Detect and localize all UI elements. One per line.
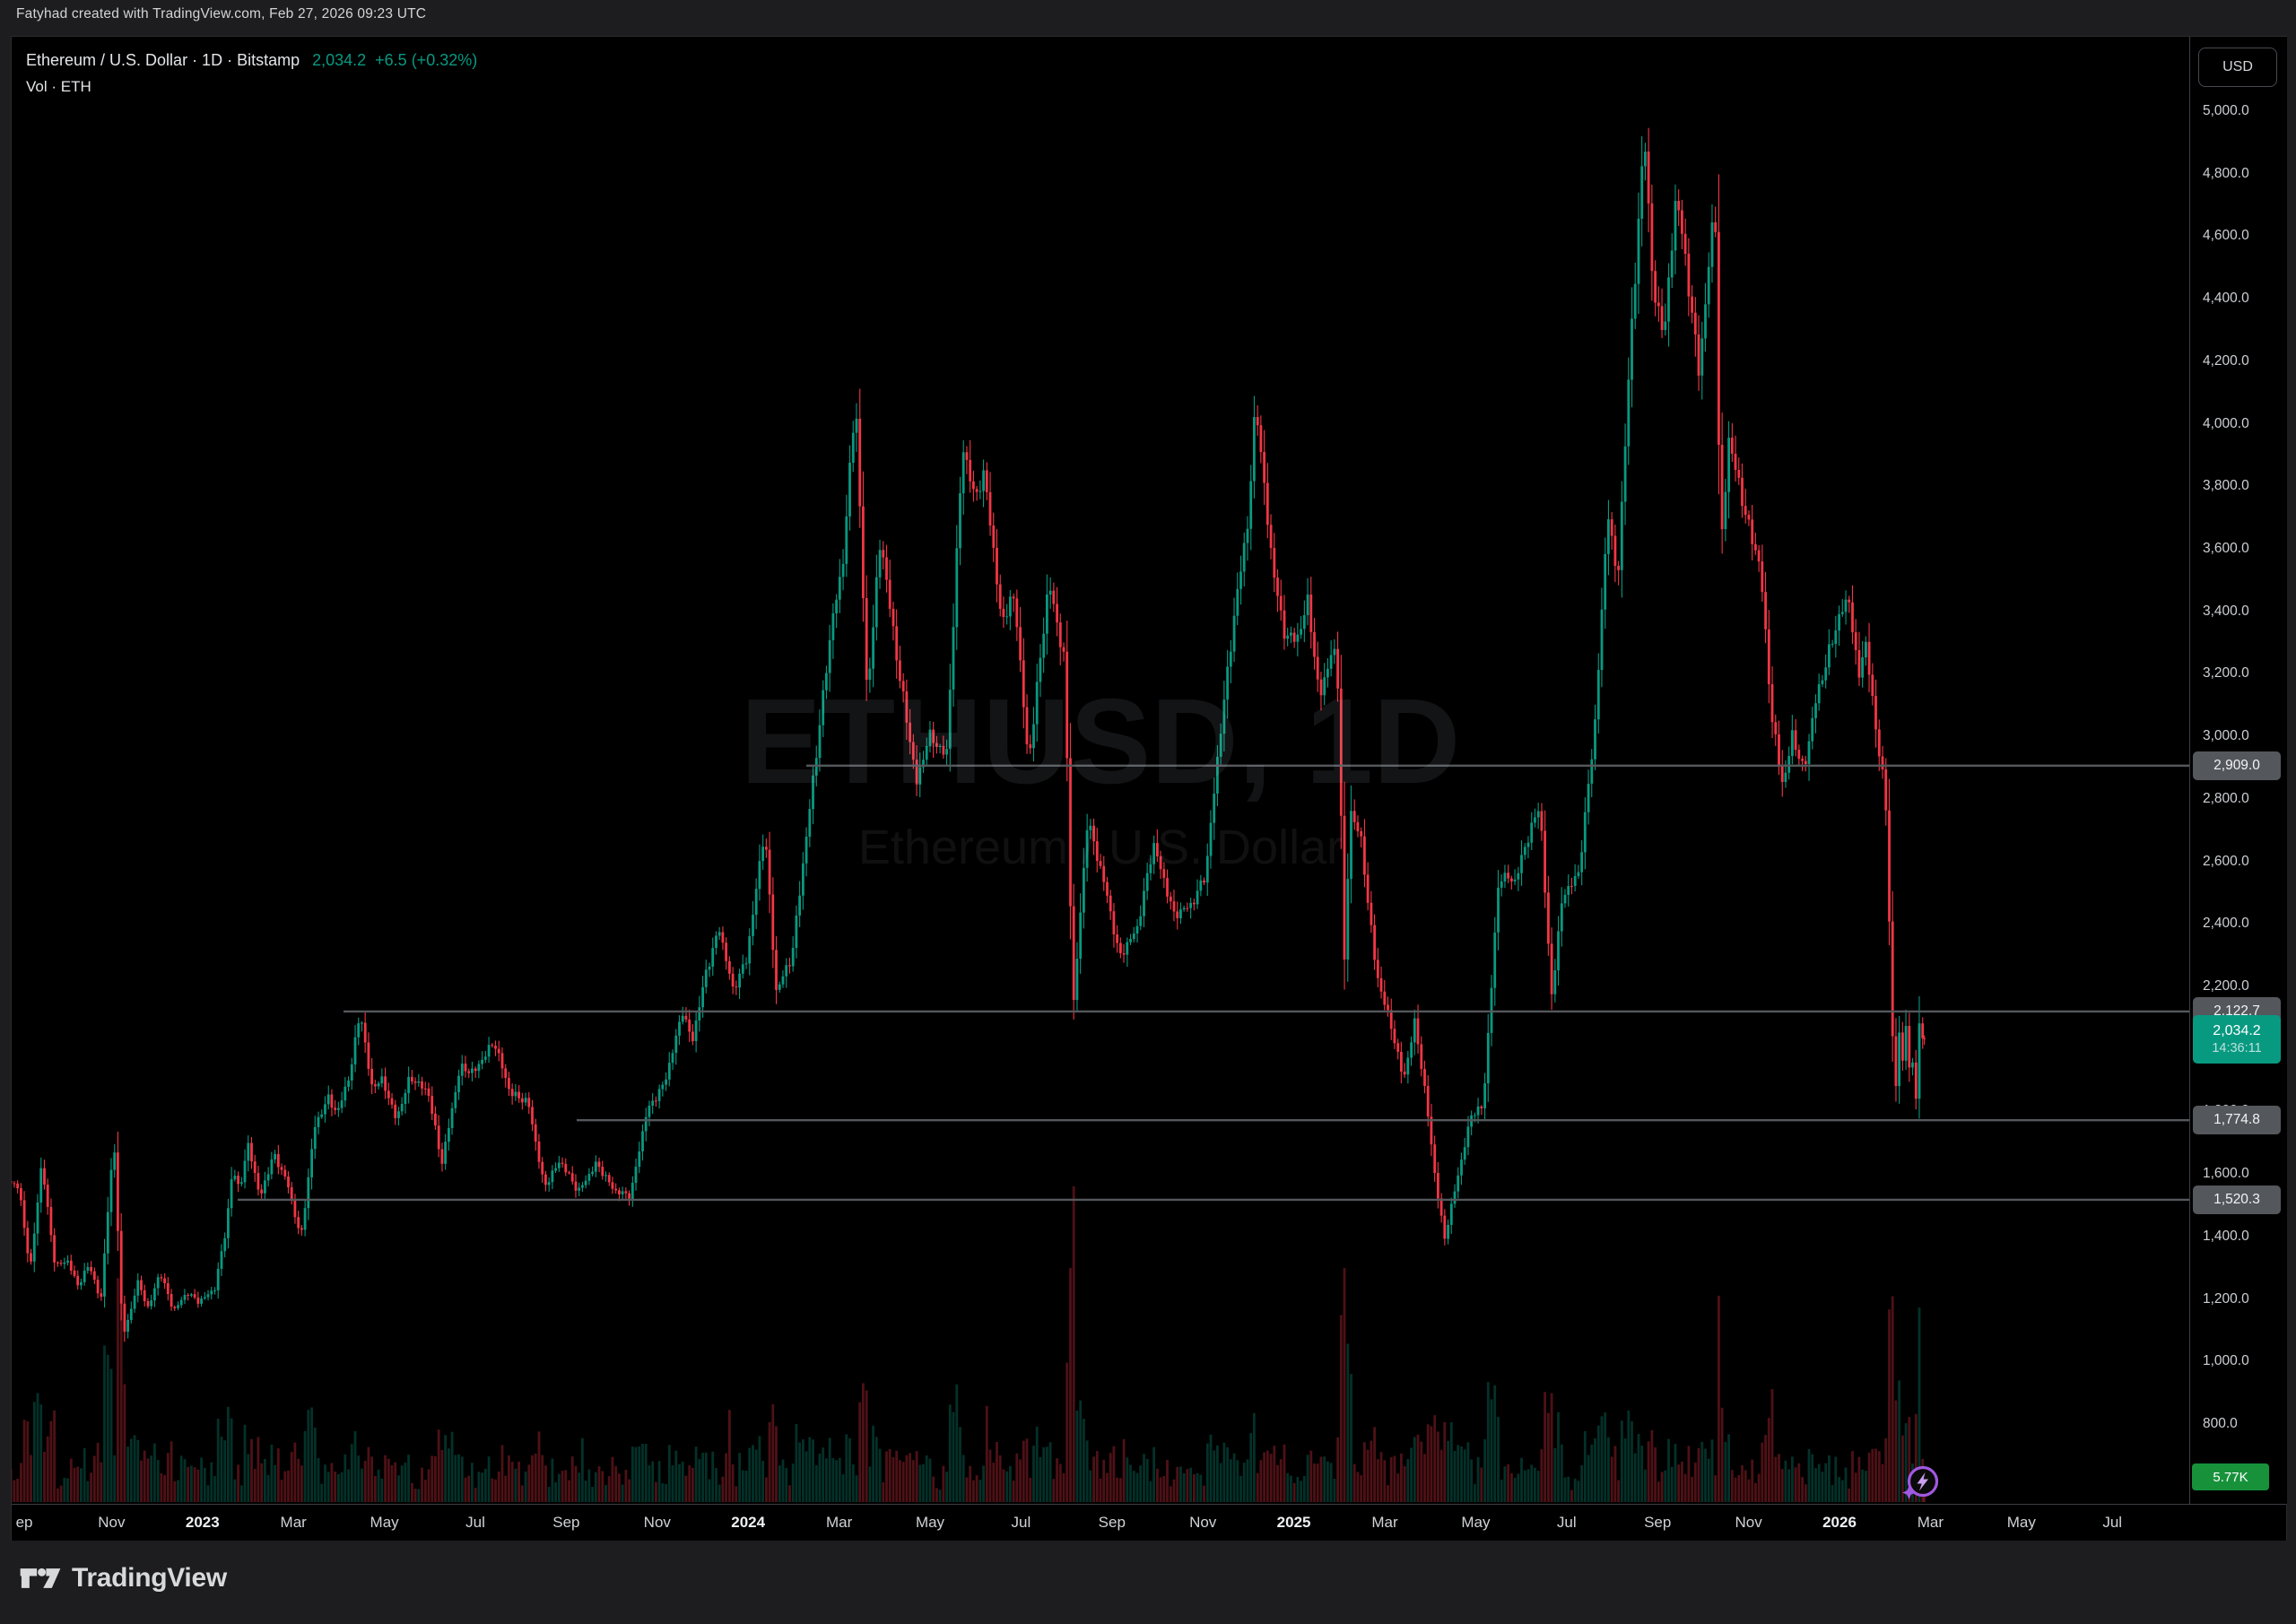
legend-volume-row[interactable]: Vol · ETH (26, 74, 477, 100)
currency-unit-button[interactable]: USD (2198, 48, 2277, 87)
time-tick-month: Nov (98, 1505, 125, 1541)
time-tick-year: 2023 (186, 1505, 220, 1541)
time-tick-month: Sep (1644, 1505, 1671, 1541)
time-tick-month: May (2007, 1505, 2036, 1541)
tradingview-export-screen: Fatyhad created with TradingView.com, Fe… (0, 0, 2296, 1624)
price-tick: 3,400.0 (2203, 604, 2249, 620)
time-tick-year: 2025 (1277, 1505, 1311, 1541)
time-tick-month: ep (16, 1505, 33, 1541)
time-tick-month: Nov (644, 1505, 671, 1541)
time-tick-month: May (916, 1505, 944, 1541)
price-tick: 2,800.0 (2203, 791, 2249, 807)
time-tick-month: Jul (1012, 1505, 1031, 1541)
price-tick: 1,200.0 (2203, 1291, 2249, 1307)
chart-plot-area[interactable]: ETHUSD, 1D Ethereum / U.S. Dollar Ethere… (12, 37, 2189, 1504)
price-tick: 3,600.0 (2203, 541, 2249, 557)
price-tick: 2,400.0 (2203, 916, 2249, 932)
price-tick: 800.0 (2203, 1416, 2238, 1432)
price-tick: 4,400.0 (2203, 291, 2249, 307)
time-tick-month: Jul (2102, 1505, 2122, 1541)
legend-change: +6.5 (+0.32%) (375, 51, 477, 69)
legend-last-price: 2,034.2 (312, 51, 366, 69)
time-tick-year: 2026 (1822, 1505, 1857, 1541)
export-caption: Fatyhad created with TradingView.com, Fe… (16, 6, 426, 22)
price-tick: 2,200.0 (2203, 978, 2249, 994)
price-tick: 2,600.0 (2203, 854, 2249, 870)
time-tick-month: Mar (826, 1505, 852, 1541)
last-price-value: 2,034.2 (2213, 1022, 2260, 1040)
time-axis[interactable]: ep Nov 2023 Mar May Jul Sep Nov 2024 Mar May Jul Sep… (12, 1504, 2286, 1541)
footer-bar: TradingView (20, 1562, 227, 1594)
bar-close-countdown: 14:36:11 (2212, 1040, 2261, 1056)
level-price-badge: 1,520.3 (2193, 1185, 2281, 1214)
tradingview-logo-icon[interactable] (20, 1562, 61, 1594)
time-tick-month: May (1461, 1505, 1490, 1541)
lightning-boost-icon[interactable] (1897, 1459, 1944, 1504)
tradingview-brand-text[interactable]: TradingView (72, 1563, 227, 1594)
time-tick-month: Mar (1371, 1505, 1397, 1541)
volume-value-badge: 5.77K (2192, 1463, 2269, 1490)
time-tick-month: Mar (1918, 1505, 1944, 1541)
price-tick: 3,200.0 (2203, 665, 2249, 682)
price-tick: 3,800.0 (2203, 478, 2249, 494)
time-tick-month: Sep (552, 1505, 579, 1541)
time-tick-month: Nov (1189, 1505, 1216, 1541)
price-tick: 4,000.0 (2203, 416, 2249, 432)
price-tick: 1,400.0 (2203, 1229, 2249, 1245)
time-tick-month: Jul (465, 1505, 485, 1541)
time-tick-month: May (370, 1505, 399, 1541)
price-axis[interactable]: USD 5,000.0 4,800.0 4,600.0 4,400.0 4,200.0 4… (2189, 37, 2287, 1504)
price-tick: 3,000.0 (2203, 728, 2249, 744)
time-tick-month: Nov (1735, 1505, 1761, 1541)
candlestick-canvas[interactable] (12, 37, 2189, 1504)
price-tick: 1,600.0 (2203, 1166, 2249, 1182)
price-tick: 4,800.0 (2203, 166, 2249, 182)
price-tick: 4,200.0 (2203, 353, 2249, 369)
time-tick-year: 2024 (731, 1505, 765, 1541)
legend-symbol[interactable]: Ethereum / U.S. Dollar · 1D · Bitstamp (26, 51, 300, 69)
level-price-badge: 1,774.8 (2193, 1106, 2281, 1134)
legend-symbol-row[interactable]: Ethereum / U.S. Dollar · 1D · Bitstamp 2,… (26, 48, 477, 74)
last-price-badge: 2,034.2 14:36:11 (2193, 1015, 2281, 1064)
price-tick: 4,600.0 (2203, 228, 2249, 244)
chart-legend[interactable]: Ethereum / U.S. Dollar · 1D · Bitstamp 2,… (26, 48, 477, 100)
time-tick-month: Jul (1557, 1505, 1577, 1541)
chart-frame: ETHUSD, 1D Ethereum / U.S. Dollar Ethere… (11, 36, 2287, 1541)
time-tick-month: Mar (281, 1505, 307, 1541)
level-price-badge: 2,909.0 (2193, 751, 2281, 780)
price-tick: 5,000.0 (2203, 103, 2249, 119)
time-tick-month: Sep (1099, 1505, 1126, 1541)
price-tick: 1,000.0 (2203, 1353, 2249, 1369)
